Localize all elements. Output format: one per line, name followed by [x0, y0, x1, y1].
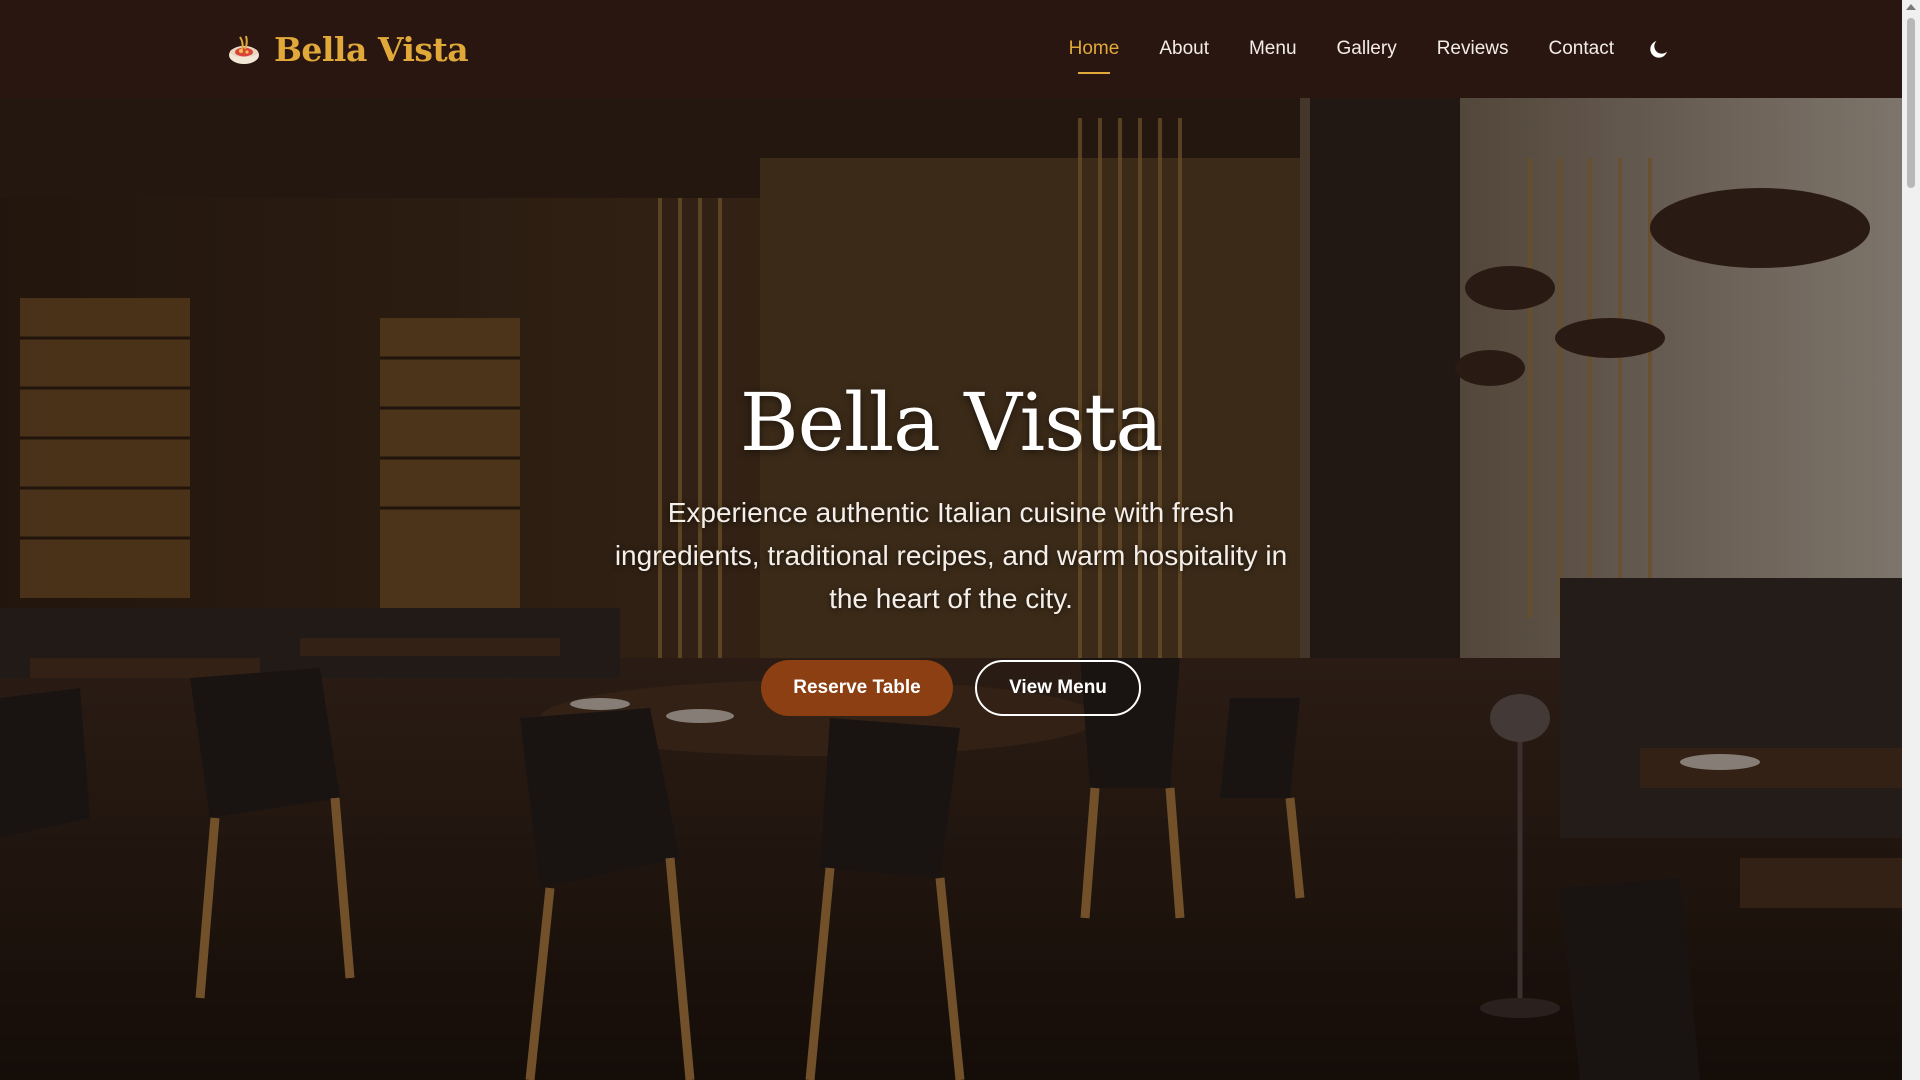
hero-subtitle: Experience authentic Italian cuisine wit…: [614, 497, 1288, 614]
reserve-table-button[interactable]: Reserve Table: [761, 660, 953, 716]
nav-contact[interactable]: Contact: [1549, 32, 1614, 66]
hero-title: Bella Vista: [739, 376, 1163, 469]
scroll-up-arrow-icon[interactable]: [1906, 4, 1916, 10]
nav-gallery[interactable]: Gallery: [1337, 32, 1397, 66]
view-menu-button[interactable]: View Menu: [975, 660, 1141, 716]
hero-actions: Reserve Table View Menu: [761, 660, 1141, 716]
theme-toggle-button[interactable]: [1644, 34, 1674, 64]
nav-reviews[interactable]: Reviews: [1437, 32, 1509, 66]
scrollbar-thumb[interactable]: [1907, 18, 1915, 188]
hero-section: Bella Vista Experience authentic Italian…: [0, 98, 1902, 1080]
main-nav: Home About Menu Gallery Reviews Contact: [1069, 32, 1674, 74]
moon-icon: [1650, 41, 1667, 58]
nav-about[interactable]: About: [1159, 32, 1209, 66]
nav-menu[interactable]: Menu: [1249, 32, 1297, 66]
brand-logo[interactable]: Bella Vista: [226, 29, 469, 69]
hero-content: Bella Vista Experience authentic Italian…: [0, 98, 1902, 1080]
nav-home[interactable]: Home: [1069, 32, 1119, 74]
page: Bella Vista Home About Menu Gallery Revi…: [0, 0, 1920, 1080]
brand-name: Bella Vista: [274, 29, 469, 69]
navbar: Bella Vista Home About Menu Gallery Revi…: [0, 0, 1902, 98]
page-scrollbar[interactable]: [1902, 0, 1920, 1080]
pasta-bowl-icon: [226, 31, 262, 67]
